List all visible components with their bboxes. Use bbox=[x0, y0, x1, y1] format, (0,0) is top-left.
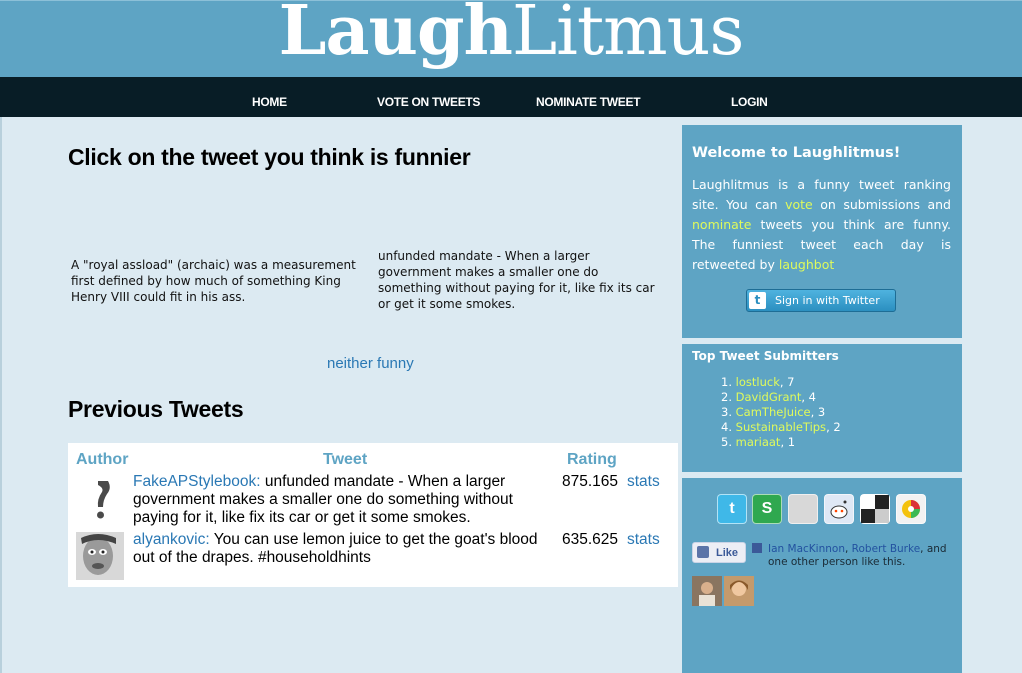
like-separator: , bbox=[844, 543, 852, 555]
list-number: 5. bbox=[721, 435, 732, 449]
stumbleupon-share-icon[interactable]: S bbox=[752, 494, 782, 524]
tweet-choice-b[interactable]: unfunded mandate - When a larger governm… bbox=[378, 248, 663, 312]
tweet-choice-a[interactable]: A "royal assload" (archaic) was a measur… bbox=[71, 257, 371, 305]
submitter-link[interactable]: mariaat bbox=[736, 435, 781, 449]
tweet-rating: 635.625 bbox=[562, 531, 619, 548]
alyankovic-avatar[interactable] bbox=[76, 532, 124, 580]
site-header: LaughLitmus bbox=[0, 0, 1022, 78]
like-text-line2: one other person like this. bbox=[768, 556, 906, 568]
tweet-author-link[interactable]: FakeAPStylebook: bbox=[133, 473, 261, 490]
reddit-share-icon[interactable] bbox=[824, 494, 854, 524]
twitter-share-icon[interactable]: t bbox=[717, 494, 747, 524]
site-logo[interactable]: LaughLitmus bbox=[0, 0, 1022, 71]
submitter-count: , 2 bbox=[826, 420, 841, 434]
liker-link[interactable]: Robert Burke bbox=[852, 543, 921, 555]
nav-login[interactable]: LOGIN bbox=[731, 95, 768, 109]
list-number: 1. bbox=[721, 375, 732, 389]
delicious-share-icon[interactable] bbox=[860, 494, 890, 524]
twitter-bird-icon: t bbox=[749, 292, 766, 309]
google-buzz-icon bbox=[902, 500, 920, 518]
tweet-text: alyankovic: You can use lemon juice to g… bbox=[133, 531, 558, 567]
neither-funny-link[interactable]: neither funny bbox=[327, 355, 414, 372]
social-panel: t S Like Ian MacKinnon, Robert Burke, an… bbox=[682, 478, 962, 673]
list-item: 5. mariaat, 1 bbox=[694, 435, 841, 450]
nominate-link[interactable]: nominate bbox=[692, 217, 751, 232]
tweet-author-link[interactable]: alyankovic: bbox=[133, 531, 210, 548]
column-header-author: Author bbox=[76, 451, 129, 468]
tweet-text: FakeAPStylebook: unfunded mandate - When… bbox=[133, 473, 558, 527]
submitter-count: , 4 bbox=[801, 390, 816, 404]
submitter-link[interactable]: CamTheJuice bbox=[736, 405, 811, 419]
nav-vote-on-tweets[interactable]: VOTE ON TWEETS bbox=[377, 95, 480, 109]
submitter-link[interactable]: DavidGrant bbox=[736, 390, 802, 404]
previous-tweets-title: Previous Tweets bbox=[68, 396, 244, 422]
stats-link[interactable]: stats bbox=[627, 473, 660, 491]
list-number: 4. bbox=[721, 420, 732, 434]
twitter-button-label: Sign in with Twitter bbox=[775, 294, 880, 307]
facebook-icon bbox=[752, 543, 762, 553]
liker-avatar[interactable] bbox=[724, 576, 754, 606]
laughbot-link[interactable]: laughbot bbox=[779, 257, 834, 272]
top-submitters-title: Top Tweet Submitters bbox=[692, 349, 839, 363]
submitter-count: , 3 bbox=[810, 405, 826, 419]
submitter-count: , 7 bbox=[779, 375, 795, 389]
sign-in-with-twitter-button[interactable]: t Sign in with Twitter bbox=[746, 289, 896, 312]
liker-link[interactable]: Ian MacKinnon bbox=[768, 543, 845, 555]
logo-bold-text: Laugh bbox=[278, 0, 513, 71]
list-item: 3. CamTheJuice, 3 bbox=[694, 405, 841, 420]
thumbs-up-icon bbox=[697, 546, 709, 558]
fakeapstylebook-avatar[interactable] bbox=[76, 474, 124, 522]
list-number: 2. bbox=[721, 390, 732, 404]
like-button-label: Like bbox=[716, 547, 739, 559]
welcome-text: Laughlitmus is a funny tweet ranking sit… bbox=[692, 175, 951, 275]
list-item: 2. DavidGrant, 4 bbox=[694, 390, 841, 405]
welcome-panel: Welcome to Laughlitmus! Laughlitmus is a… bbox=[682, 125, 962, 338]
submitter-link[interactable]: SustainableTips bbox=[736, 420, 826, 434]
nav-nominate-tweet[interactable]: NOMINATE TWEET bbox=[536, 95, 641, 109]
delicious-squares-icon bbox=[861, 495, 889, 523]
page-edge bbox=[0, 117, 2, 673]
list-number: 3. bbox=[721, 405, 732, 419]
vote-link[interactable]: vote bbox=[785, 197, 813, 212]
list-item: 4. SustainableTips, 2 bbox=[694, 420, 841, 435]
logo-light-text: Litmus bbox=[511, 0, 744, 71]
like-text-tail: , and bbox=[920, 543, 947, 555]
facebook-like-button[interactable]: Like bbox=[692, 542, 746, 563]
nav-home[interactable]: HOME bbox=[252, 95, 287, 109]
main-nav: HOME VOTE ON TWEETS NOMINATE TWEET LOGIN bbox=[0, 77, 1022, 117]
list-item: 1. lostluck, 7 bbox=[694, 375, 841, 390]
previous-tweets-table: Author Tweet Rating FakeAPStylebook: unf… bbox=[68, 443, 678, 587]
myspace-share-icon[interactable] bbox=[788, 494, 818, 524]
top-submitters-panel: Top Tweet Submitters 1. lostluck, 7 2. D… bbox=[682, 344, 962, 472]
facebook-like-text: Ian MacKinnon, Robert Burke, and one othe… bbox=[752, 543, 952, 569]
welcome-title: Welcome to Laughlitmus! bbox=[692, 145, 901, 161]
page-title: Click on the tweet you think is funnier bbox=[68, 144, 471, 170]
liker-avatar[interactable] bbox=[692, 576, 722, 606]
reddit-alien-icon bbox=[830, 500, 848, 519]
tweet-rating: 875.165 bbox=[562, 473, 619, 490]
column-header-tweet: Tweet bbox=[323, 451, 368, 468]
google-buzz-share-icon[interactable] bbox=[896, 494, 926, 524]
welcome-text-part: on submissions and bbox=[812, 197, 951, 212]
submitters-list: 1. lostluck, 7 2. DavidGrant, 4 3. CamTh… bbox=[694, 375, 841, 450]
column-header-rating: Rating bbox=[567, 451, 617, 468]
submitter-link[interactable]: lostluck bbox=[736, 375, 780, 389]
submitter-count: , 1 bbox=[780, 435, 796, 449]
stats-link[interactable]: stats bbox=[627, 531, 660, 549]
